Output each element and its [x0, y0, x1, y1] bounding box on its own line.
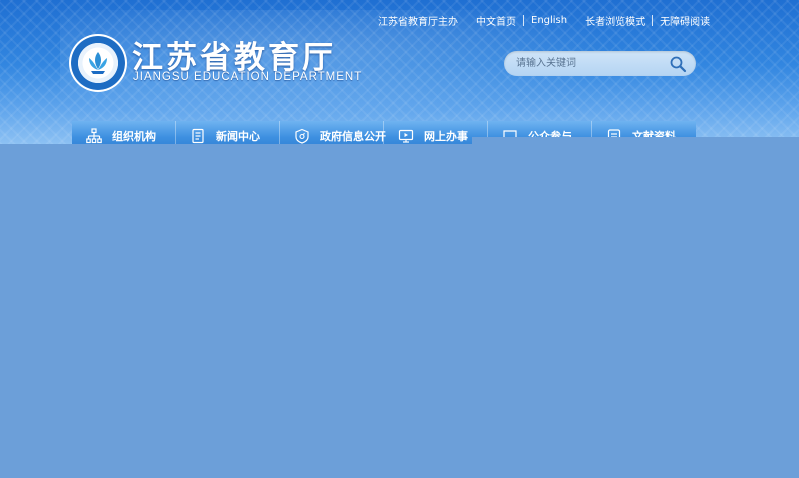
divider: [523, 14, 524, 26]
nav-item-label: 组织机构: [112, 130, 156, 143]
nav-item-label: 新闻中心: [216, 130, 260, 143]
search-input[interactable]: [516, 55, 662, 72]
nav-item-label: 政府信息公开: [320, 130, 386, 143]
info-disclosure-icon: [295, 128, 309, 144]
home-cn-link[interactable]: 中文首页: [476, 13, 516, 28]
online-service-icon: [398, 129, 414, 143]
english-link[interactable]: English: [531, 15, 567, 26]
loading-overlay: [0, 144, 799, 478]
nav-item-label: 网上办事: [424, 130, 468, 143]
top-links-bar: 江苏省教育厅主办 中文首页 English 长者浏览模式 无障碍阅读: [378, 12, 710, 28]
accessible-reading-link[interactable]: 无障碍阅读: [660, 13, 710, 28]
news-icon: [192, 128, 204, 144]
divider: [652, 14, 654, 26]
department-emblem-icon[interactable]: [71, 36, 125, 90]
site-title-cn[interactable]: 江苏省教育厅: [132, 32, 336, 76]
org-chart-icon: [86, 128, 102, 144]
sponsor-text: 江苏省教育厅主办: [378, 16, 458, 28]
site-title-en: JIANGSU EDUCATION DEPARTMENT: [133, 71, 363, 83]
search-box: [504, 51, 696, 76]
search-button[interactable]: [669, 55, 687, 73]
search-icon: [670, 56, 687, 73]
elder-mode-link[interactable]: 长者浏览模式: [585, 13, 645, 28]
